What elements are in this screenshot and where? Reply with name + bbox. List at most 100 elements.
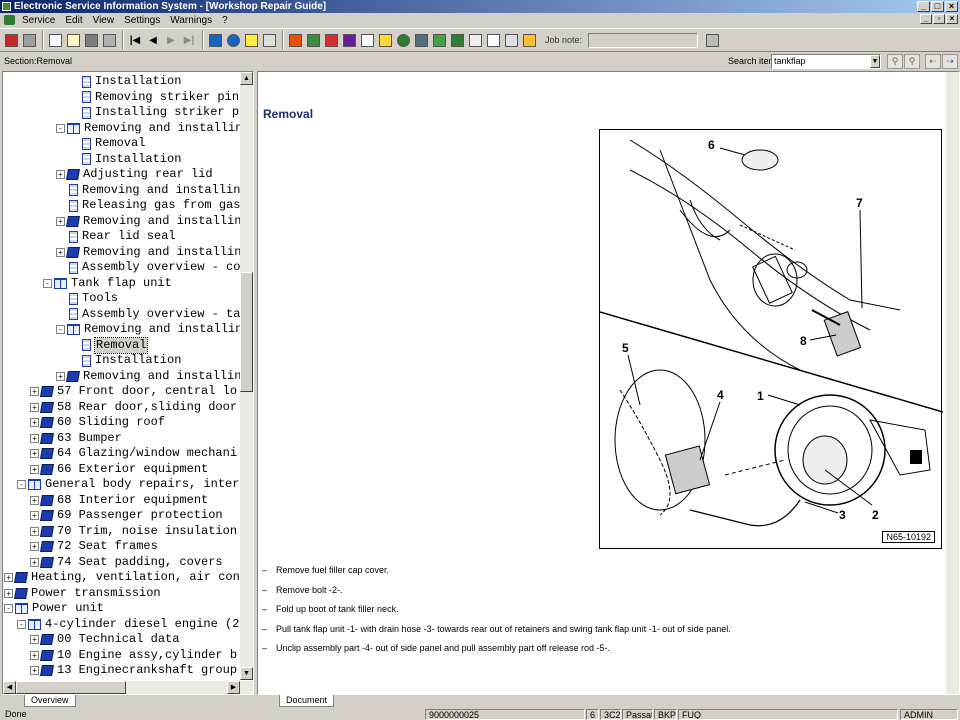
tree-item[interactable]: +58 Rear door,sliding door xyxy=(30,400,237,415)
expand-icon[interactable]: + xyxy=(30,449,39,458)
tree-item[interactable]: - Tank flap unit xyxy=(43,276,172,291)
tree-item[interactable]: +66 Exterior equipment xyxy=(30,462,208,477)
tree-item[interactable]: +57 Front door, central lo xyxy=(30,384,237,399)
tree-item[interactable]: Rear lid seal xyxy=(69,229,176,244)
tree-horizontal-scrollbar[interactable]: ◀ ▶ xyxy=(3,681,253,694)
notes-button[interactable] xyxy=(485,32,501,48)
expand-icon[interactable]: + xyxy=(30,433,39,443)
tree-item[interactable]: Removing and installing xyxy=(69,183,241,198)
back-button[interactable] xyxy=(207,32,223,48)
mdi-restore-button[interactable]: ▫ xyxy=(933,14,945,24)
minimize-button[interactable]: _ xyxy=(917,1,930,12)
horizontal-scroll-thumb[interactable] xyxy=(16,681,126,694)
expand-icon[interactable]: + xyxy=(30,387,39,396)
first-button[interactable]: |◀ xyxy=(127,32,143,48)
question-doc-button[interactable] xyxy=(521,32,537,48)
expand-icon[interactable]: + xyxy=(56,170,65,179)
search-forward-button[interactable]: ⚲ xyxy=(887,54,903,69)
tree-item[interactable]: +00 Technical data xyxy=(30,632,179,647)
expand-icon[interactable]: + xyxy=(30,511,39,520)
checklist-button[interactable] xyxy=(503,32,519,48)
tree-item[interactable]: Assembly overview - co xyxy=(69,260,240,275)
expand-icon[interactable]: + xyxy=(56,371,65,381)
globe-button[interactable] xyxy=(395,32,411,48)
tree-item[interactable]: - Removing and installing xyxy=(56,322,241,337)
expand-icon[interactable]: + xyxy=(30,418,39,427)
clipboard-button[interactable] xyxy=(467,32,483,48)
warning-button[interactable] xyxy=(377,32,393,48)
scroll-thumb[interactable] xyxy=(240,272,253,392)
collapse-icon[interactable]: - xyxy=(17,480,26,489)
scroll-left-button[interactable]: ◀ xyxy=(3,681,16,694)
tree-item[interactable]: - 4-cylinder diesel engine (2 xyxy=(17,617,239,632)
car-green-button[interactable] xyxy=(449,32,465,48)
tree-item[interactable]: +69 Passenger protection xyxy=(30,508,223,523)
expand-icon[interactable]: + xyxy=(30,402,39,412)
tab-document[interactable]: Document xyxy=(279,695,335,707)
collapse-icon[interactable]: - xyxy=(43,278,52,288)
tree-item[interactable]: + Heating, ventilation, air con xyxy=(4,570,240,585)
search-docs-button[interactable] xyxy=(261,32,277,48)
tree-item[interactable]: - Removing and installing xyxy=(56,121,241,136)
job-note-edit-button[interactable] xyxy=(704,32,720,48)
expand-icon[interactable]: + xyxy=(30,542,39,551)
menu-settings[interactable]: Settings xyxy=(119,15,165,26)
menu-view[interactable]: View xyxy=(88,15,120,26)
expand-icon[interactable]: + xyxy=(30,495,39,505)
collapse-icon[interactable]: - xyxy=(56,325,65,334)
menu-warnings[interactable]: Warnings xyxy=(165,15,217,26)
document-vertical-scrollbar[interactable] xyxy=(946,72,959,694)
tree-item[interactable]: +70 Trim, noise insulation xyxy=(30,524,237,539)
tree-item[interactable]: - Power unit xyxy=(4,601,104,616)
expand-icon[interactable]: + xyxy=(30,557,39,567)
help-button[interactable] xyxy=(243,32,259,48)
mdi-close-button[interactable]: × xyxy=(946,14,958,24)
tree-item[interactable]: Tools xyxy=(69,291,118,306)
tree-item[interactable]: +74 Seat padding, covers xyxy=(30,555,223,570)
tree-item[interactable]: +63 Bumper xyxy=(30,431,122,446)
tree-item[interactable]: +64 Glazing/window mechani xyxy=(30,446,237,461)
tree-item[interactable]: - General body repairs, inter xyxy=(17,477,239,492)
tree-item[interactable]: Releasing gas from gas xyxy=(69,198,240,213)
expand-icon[interactable]: + xyxy=(30,650,39,660)
collapse-icon[interactable]: - xyxy=(4,604,13,613)
search-input[interactable]: tankflap xyxy=(771,54,881,69)
expand-icon[interactable]: + xyxy=(30,526,39,536)
calendar-button[interactable] xyxy=(359,32,375,48)
last-button[interactable]: ▶| xyxy=(181,32,197,48)
info-button[interactable] xyxy=(225,32,241,48)
tree-item[interactable]: + Removing and installing xyxy=(56,369,241,384)
search-all-button[interactable]: ⚲ xyxy=(904,54,920,69)
vehicle-button[interactable] xyxy=(83,32,99,48)
collapse-icon[interactable]: - xyxy=(56,123,65,133)
close-button[interactable]: × xyxy=(945,1,958,12)
tree-item[interactable]: +72 Seat frames xyxy=(30,539,158,554)
scroll-up-button[interactable]: ▲ xyxy=(240,72,253,85)
pen-button[interactable] xyxy=(431,32,447,48)
tree-vertical-scrollbar[interactable]: ▲ ▼ xyxy=(240,72,253,680)
tree-item[interactable]: +68 Interior equipment xyxy=(30,493,208,508)
tree-item[interactable]: + Removing and installing xyxy=(56,245,241,260)
tab-overview[interactable]: Overview xyxy=(24,695,76,707)
tree-item[interactable]: Removal xyxy=(82,136,145,151)
new-document-button[interactable] xyxy=(47,32,63,48)
tree-item[interactable]: Removal xyxy=(82,336,149,354)
expand-icon[interactable]: + xyxy=(30,464,39,474)
tree-item[interactable]: + Power transmission xyxy=(4,586,161,601)
tree-item[interactable]: + Adjusting rear lid xyxy=(56,167,213,182)
tree-item[interactable]: +10 Engine assy,cylinder b xyxy=(30,648,237,663)
menu-service[interactable]: Service xyxy=(17,15,60,26)
job-note-input[interactable] xyxy=(588,32,699,48)
tree-item[interactable]: Installation xyxy=(82,152,181,167)
expand-icon[interactable]: + xyxy=(4,588,13,598)
tree-item[interactable]: Installation xyxy=(82,353,181,368)
expand-icon[interactable]: + xyxy=(56,247,65,257)
tree-item[interactable]: Installing striker p xyxy=(82,105,239,120)
repair-group-button[interactable] xyxy=(287,32,303,48)
previous-button[interactable]: ◀ xyxy=(145,32,161,48)
tree-item[interactable]: + Removing and installing xyxy=(56,214,241,229)
search-prev-button[interactable]: ⇠ xyxy=(925,54,941,69)
collapse-icon[interactable]: - xyxy=(17,619,26,629)
expand-icon[interactable]: + xyxy=(56,216,65,226)
maintenance-button[interactable] xyxy=(305,32,321,48)
